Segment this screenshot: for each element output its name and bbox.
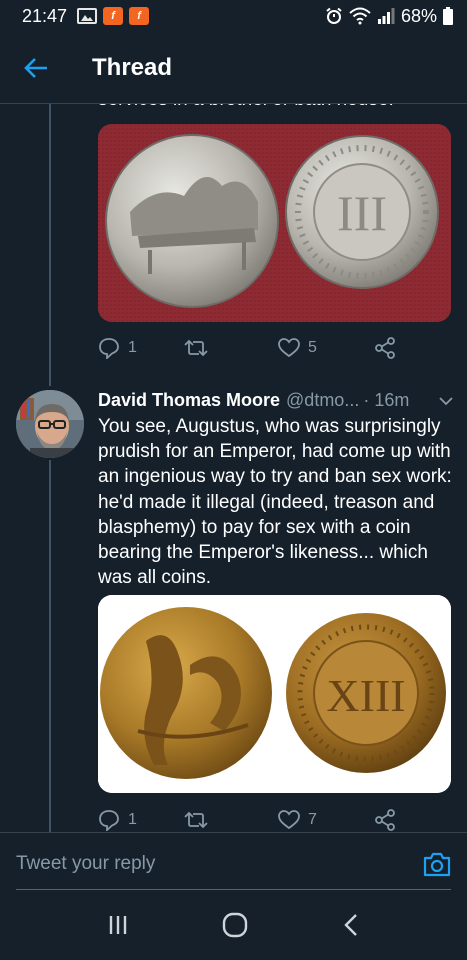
- gallery-notification-icon: [77, 8, 98, 24]
- reply-icon: [99, 810, 119, 831]
- roman-coins-image: III: [98, 124, 451, 322]
- retweet-button[interactable]: [184, 810, 278, 830]
- like-icon: [278, 810, 300, 830]
- reply-count: 1: [128, 339, 137, 356]
- tweet-image[interactable]: III: [98, 124, 451, 322]
- home-button[interactable]: [222, 912, 248, 943]
- retweet-icon: [184, 811, 208, 829]
- like-icon: [278, 338, 300, 358]
- share-button[interactable]: [374, 809, 396, 831]
- thread-connector: [49, 460, 51, 832]
- system-navigation-bar: [0, 894, 467, 960]
- tweet-menu-button[interactable]: [438, 390, 454, 411]
- status-time: 21:47: [22, 5, 68, 26]
- like-button[interactable]: 7: [278, 810, 374, 830]
- status-bar: 21:47 f f 68%: [0, 0, 467, 32]
- avatar[interactable]: [16, 390, 84, 458]
- camera-icon: [423, 852, 451, 877]
- tweet-actions: 1 7: [98, 807, 418, 832]
- coin-numeral: XIII: [326, 670, 405, 721]
- battery-icon: [443, 7, 453, 25]
- chevron-down-icon: [439, 396, 453, 405]
- like-button[interactable]: 5: [278, 338, 374, 358]
- reply-count: 1: [128, 811, 137, 828]
- share-icon: [375, 809, 395, 831]
- tweet-image[interactable]: XIII: [98, 595, 451, 793]
- like-count: 5: [308, 339, 317, 356]
- app-notification-icon: f: [103, 7, 124, 25]
- alarm-icon: [326, 7, 342, 24]
- reply-icon: [99, 338, 119, 359]
- reply-input[interactable]: Tweet your reply: [16, 853, 155, 875]
- recents-button[interactable]: [106, 913, 130, 942]
- battery-percent: 68%: [400, 5, 437, 26]
- thread-timeline[interactable]: services in a brothel or bath house. III…: [0, 104, 467, 832]
- tweet-text: You see, Augustus, who was surprisingly …: [98, 416, 452, 589]
- back-arrow-icon: [24, 57, 47, 78]
- page-title: Thread: [92, 53, 173, 81]
- tweet-text: services in a brothel or bath house.: [98, 104, 394, 112]
- thread-header: Thread: [0, 32, 467, 104]
- bronze-coins-image: XIII: [98, 595, 451, 793]
- nav-back-icon: [344, 913, 357, 936]
- tweet-time: · 16m: [363, 389, 410, 410]
- notification-icons: f f: [77, 7, 150, 25]
- share-icon: [375, 337, 395, 359]
- wifi-icon: [349, 7, 371, 25]
- tweet-actions: 1 5: [98, 335, 418, 361]
- reply-composer[interactable]: Tweet your reply: [0, 832, 467, 894]
- retweet-icon: [184, 339, 208, 357]
- recents-icon: [109, 915, 127, 934]
- camera-button[interactable]: [423, 851, 451, 882]
- system-back-button[interactable]: [341, 913, 361, 942]
- like-count: 7: [308, 811, 317, 828]
- retweet-button[interactable]: [184, 338, 278, 358]
- thread-connector: [49, 104, 51, 386]
- reply-underline: [16, 889, 451, 890]
- tweet-header: David Thomas Moore @dtmo... · 16m: [98, 386, 458, 414]
- back-button[interactable]: [6, 38, 66, 98]
- share-button[interactable]: [374, 337, 396, 359]
- signal-icon: [377, 8, 395, 24]
- home-icon: [223, 912, 248, 937]
- app-notification-icon: f: [129, 7, 150, 25]
- author-handle[interactable]: @dtmo...: [286, 390, 359, 411]
- author-name[interactable]: David Thomas Moore: [98, 390, 280, 411]
- coin-numeral: III: [337, 185, 387, 241]
- reply-button[interactable]: 1: [98, 337, 184, 359]
- reply-button[interactable]: 1: [98, 809, 184, 831]
